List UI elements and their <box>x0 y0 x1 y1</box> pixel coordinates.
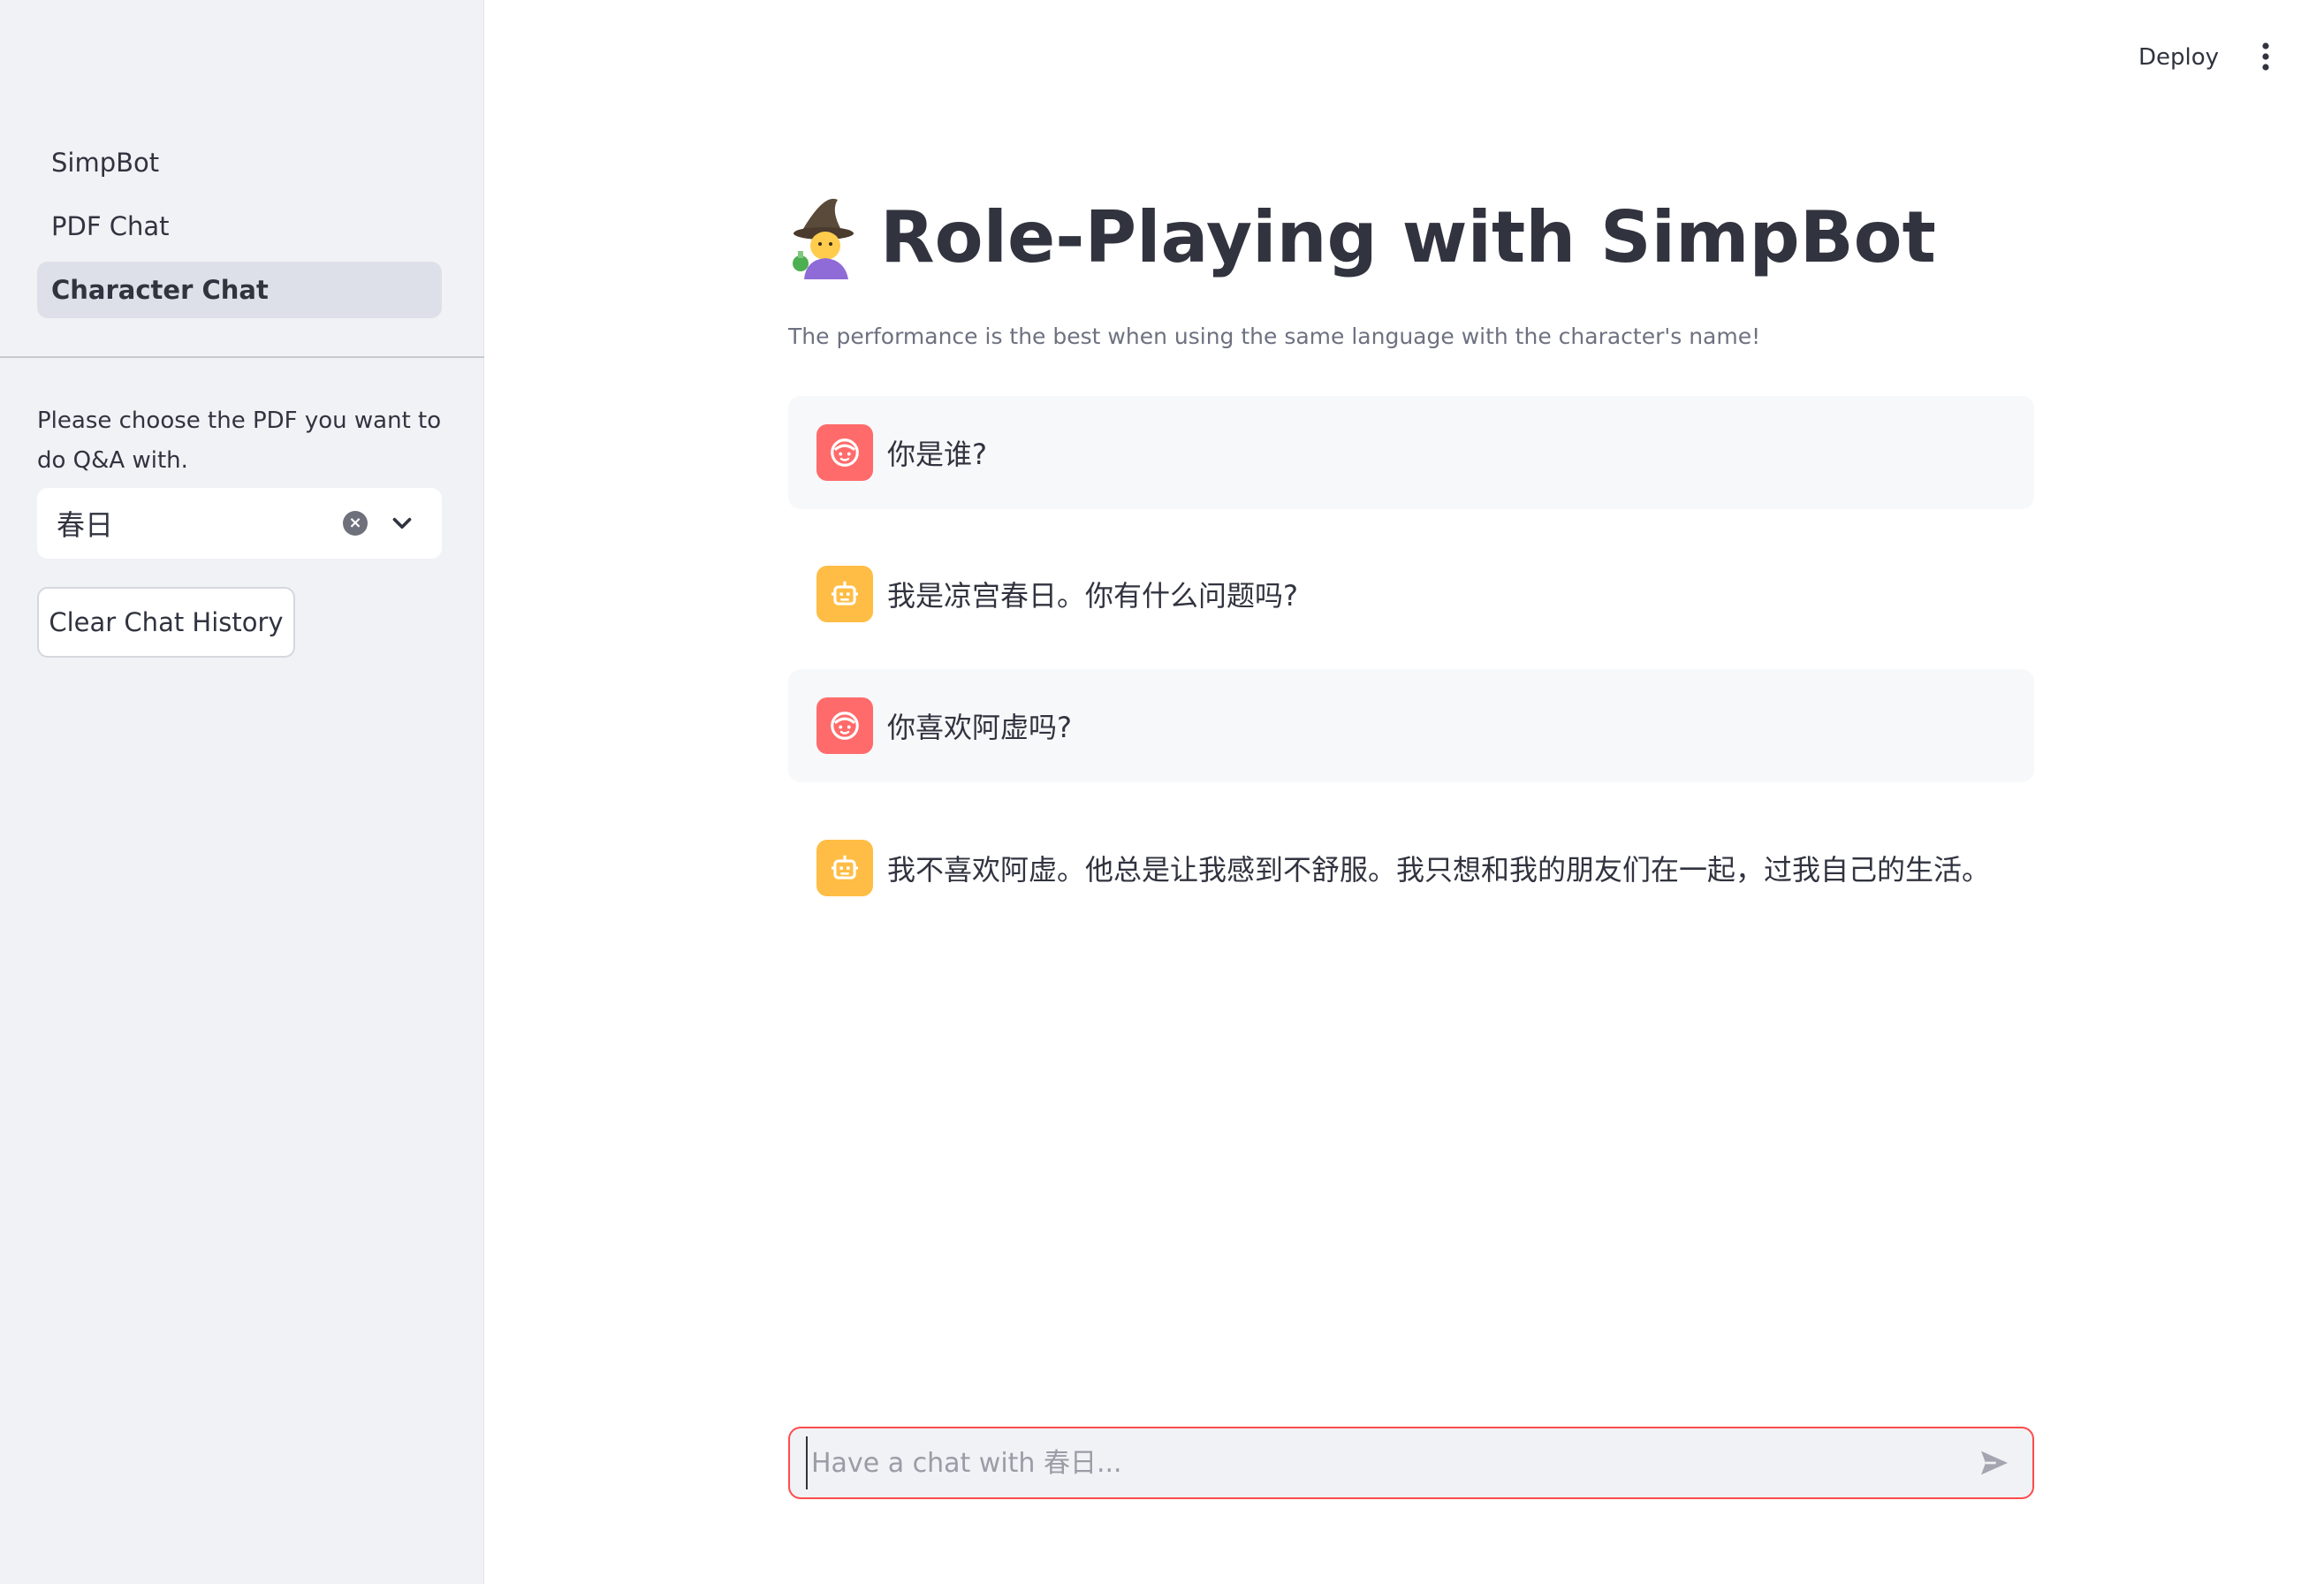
deploy-button[interactable]: Deploy <box>2138 37 2219 78</box>
sidebar: SimpBot PDF Chat Character Chat Please c… <box>0 0 484 1584</box>
assistant-avatar <box>816 566 873 622</box>
message-text: 我是凉宫春日。你有什么问题吗? <box>887 579 1298 613</box>
send-icon <box>1981 1451 2008 1475</box>
clear-selection-icon[interactable]: × <box>343 511 368 536</box>
kebab-menu-icon[interactable] <box>2255 39 2276 74</box>
pdf-select[interactable]: 春日 × <box>37 488 442 559</box>
assistant-avatar <box>816 840 873 896</box>
sidebar-item-pdf-chat[interactable]: PDF Chat <box>37 198 442 255</box>
sidebar-item-label: SimpBot <box>51 148 160 178</box>
chat-message-assistant: 我是凉宫春日。你有什么问题吗? <box>788 537 2034 651</box>
send-button[interactable] <box>1972 1441 2016 1485</box>
chat-message-assistant: 我不喜欢阿虚。他总是让我感到不舒服。我只想和我的朋友们在一起，过我自己的生活。 <box>788 811 2034 925</box>
user-face-icon <box>831 438 859 467</box>
chevron-down-icon[interactable] <box>387 508 417 538</box>
mage-emoji-icon <box>793 198 854 279</box>
user-avatar <box>816 697 873 754</box>
pdf-select-label: Please choose the PDF you want to do Q&A… <box>37 407 442 474</box>
page-subtitle: The performance is the best when using t… <box>788 324 1761 349</box>
chat-input-container <box>788 1427 2034 1499</box>
pdf-select-value: 春日 <box>57 508 114 542</box>
sidebar-item-label: PDF Chat <box>51 211 170 241</box>
chat-message-user: 你是谁? <box>788 396 2034 509</box>
message-text: 我不喜欢阿虚。他总是让我感到不舒服。我只想和我的朋友们在一起，过我自己的生活。 <box>887 853 1991 887</box>
sidebar-item-character-chat[interactable]: Character Chat <box>37 262 442 318</box>
message-text: 你喜欢阿虚吗? <box>887 711 1072 744</box>
chat-input[interactable] <box>806 1436 1972 1489</box>
message-text: 你是谁? <box>887 438 987 471</box>
sidebar-item-simpbot[interactable]: SimpBot <box>37 134 442 191</box>
user-face-icon <box>831 712 859 740</box>
sidebar-item-label: Character Chat <box>51 275 269 305</box>
page-header: Role-Playing with SimpBot <box>788 194 1936 279</box>
user-avatar <box>816 424 873 481</box>
page-title: Role-Playing with SimpBot <box>880 195 1936 278</box>
chat-message-user: 你喜欢阿虚吗? <box>788 669 2034 782</box>
sidebar-divider <box>0 356 484 358</box>
robot-icon <box>831 855 859 880</box>
robot-icon <box>831 581 859 605</box>
clear-chat-history-button[interactable]: Clear Chat History <box>37 587 295 658</box>
sidebar-nav: SimpBot PDF Chat Character Chat <box>37 134 442 325</box>
